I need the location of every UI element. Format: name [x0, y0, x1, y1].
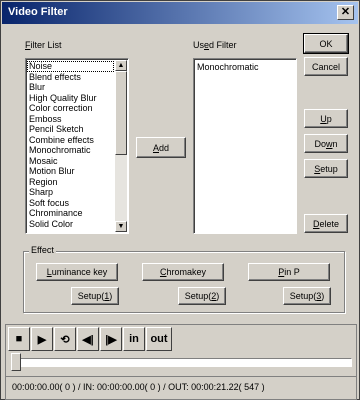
setup-2-post: ) [216, 291, 220, 301]
cancel-button[interactable]: Cancel [304, 57, 348, 76]
down-button-rest: n [332, 138, 338, 149]
filter-list-item[interactable]: Emboss [27, 114, 114, 125]
window-title: Video Filter [8, 6, 68, 18]
scroll-thumb[interactable] [115, 71, 127, 155]
luminance-key-button[interactable]: Luminance key [36, 263, 118, 281]
next-frame-icon[interactable]: |▶ [100, 327, 122, 351]
play-icon[interactable]: ▶ [31, 327, 53, 351]
loop-icon[interactable]: ⟲ [54, 327, 76, 351]
filter-list-item[interactable]: Blur [27, 82, 114, 93]
used-filter-list[interactable]: Monochromatic [193, 58, 297, 234]
pip-button[interactable]: P in P [248, 263, 330, 281]
setup-3-pre: Setup( [289, 291, 317, 301]
mark-in-button[interactable]: in [123, 327, 145, 351]
down-button[interactable]: Do w n [304, 134, 348, 153]
delete-button-text: elete [319, 218, 340, 229]
setup-2-button[interactable]: Setup(2) [178, 287, 226, 305]
filter-list-item[interactable]: Monochromatic [27, 145, 114, 156]
effect-group-label: Effect [29, 245, 56, 255]
filter-list-label-text: ilter List [30, 40, 62, 50]
filter-list-item[interactable]: Combine effects [27, 135, 114, 146]
filter-list-item[interactable]: Motion Blur [27, 166, 114, 177]
stop-icon[interactable]: ■ [8, 327, 30, 351]
luminance-key-text: uminance key [51, 267, 108, 277]
add-button[interactable]: Add [136, 137, 186, 158]
filter-list-item[interactable]: Mosaic [27, 156, 114, 167]
scroll-down-icon[interactable]: ▼ [115, 221, 127, 232]
filter-list-item[interactable]: Chrominance [27, 208, 114, 219]
prev-frame-icon[interactable]: ◀| [77, 327, 99, 351]
seek-slider-thumb[interactable] [11, 353, 21, 371]
filter-list-label: Filter List [25, 40, 62, 50]
used-filter-label-rest: d Filter [209, 40, 237, 50]
used-filter-items: Monochromatic [195, 62, 294, 73]
seek-track[interactable] [16, 358, 352, 367]
ok-button[interactable]: OK [303, 33, 349, 54]
setup-button-text: etup [320, 163, 338, 174]
chromakey-text: hromakey [166, 267, 206, 277]
add-button-text: dd [159, 142, 170, 153]
close-icon[interactable]: ✕ [337, 5, 354, 20]
filter-list-item[interactable]: Blend effects [27, 72, 114, 83]
up-button-text: p [326, 113, 332, 124]
filter-list-item[interactable]: Pencil Sketch [27, 124, 114, 135]
filter-list-item[interactable]: Solid Color [27, 219, 114, 230]
filter-list-item[interactable]: Region [27, 177, 114, 188]
setup-3-post: ) [321, 291, 325, 301]
setup-3-button[interactable]: Setup(3) [283, 287, 331, 305]
filter-list-items: Noise Blend effects Blur High Quality Blur C… [27, 61, 114, 229]
filter-list-item[interactable]: Sharp [27, 187, 114, 198]
used-filter-item[interactable]: Monochromatic [195, 62, 294, 73]
video-filter-dialog: Video Filter ✕ Filter List Noise Blend ef… [0, 0, 360, 400]
filter-list-item[interactable]: Soft focus [27, 198, 114, 209]
delete-button[interactable]: Delete [304, 214, 348, 233]
setup-2-pre: Setup( [184, 291, 212, 301]
filter-list-item[interactable]: Color correction [27, 103, 114, 114]
filter-list-item[interactable]: Noise [27, 61, 114, 72]
used-filter-label: Used Filter [193, 40, 237, 50]
setup-1-button[interactable]: Setup(1) [71, 287, 119, 305]
pip-text: in P [284, 267, 300, 277]
chromakey-button[interactable]: Chromakey [142, 263, 224, 281]
used-filter-label-pre: Us [193, 40, 204, 50]
setup-1-pre: Setup( [77, 291, 105, 301]
cancel-button-label: Cancel [311, 61, 340, 72]
filter-list-scrollbar[interactable]: ▲ ▼ [115, 60, 127, 232]
up-button[interactable]: Up [304, 109, 348, 128]
setup-1-post: ) [109, 291, 113, 301]
filter-list-item[interactable]: High Quality Blur [27, 93, 114, 104]
ok-button-label: OK [319, 38, 333, 49]
mark-out-button[interactable]: out [146, 327, 172, 351]
title-bar[interactable]: Video Filter ✕ [2, 2, 358, 24]
timecode-status: 00:00:00.00( 0 ) / IN: 00:00:00.00( 0 ) … [6, 376, 356, 398]
filter-list[interactable]: Noise Blend effects Blur High Quality Blur C… [25, 58, 129, 234]
down-button-pre: Do [314, 138, 326, 149]
scroll-up-icon[interactable]: ▲ [115, 60, 127, 71]
setup-button[interactable]: Setup [304, 159, 348, 178]
preview-player: ■ ▶ ⟲ ◀| |▶ in out 00:00:00.00( 0 ) / IN: 00:0… [5, 324, 357, 400]
